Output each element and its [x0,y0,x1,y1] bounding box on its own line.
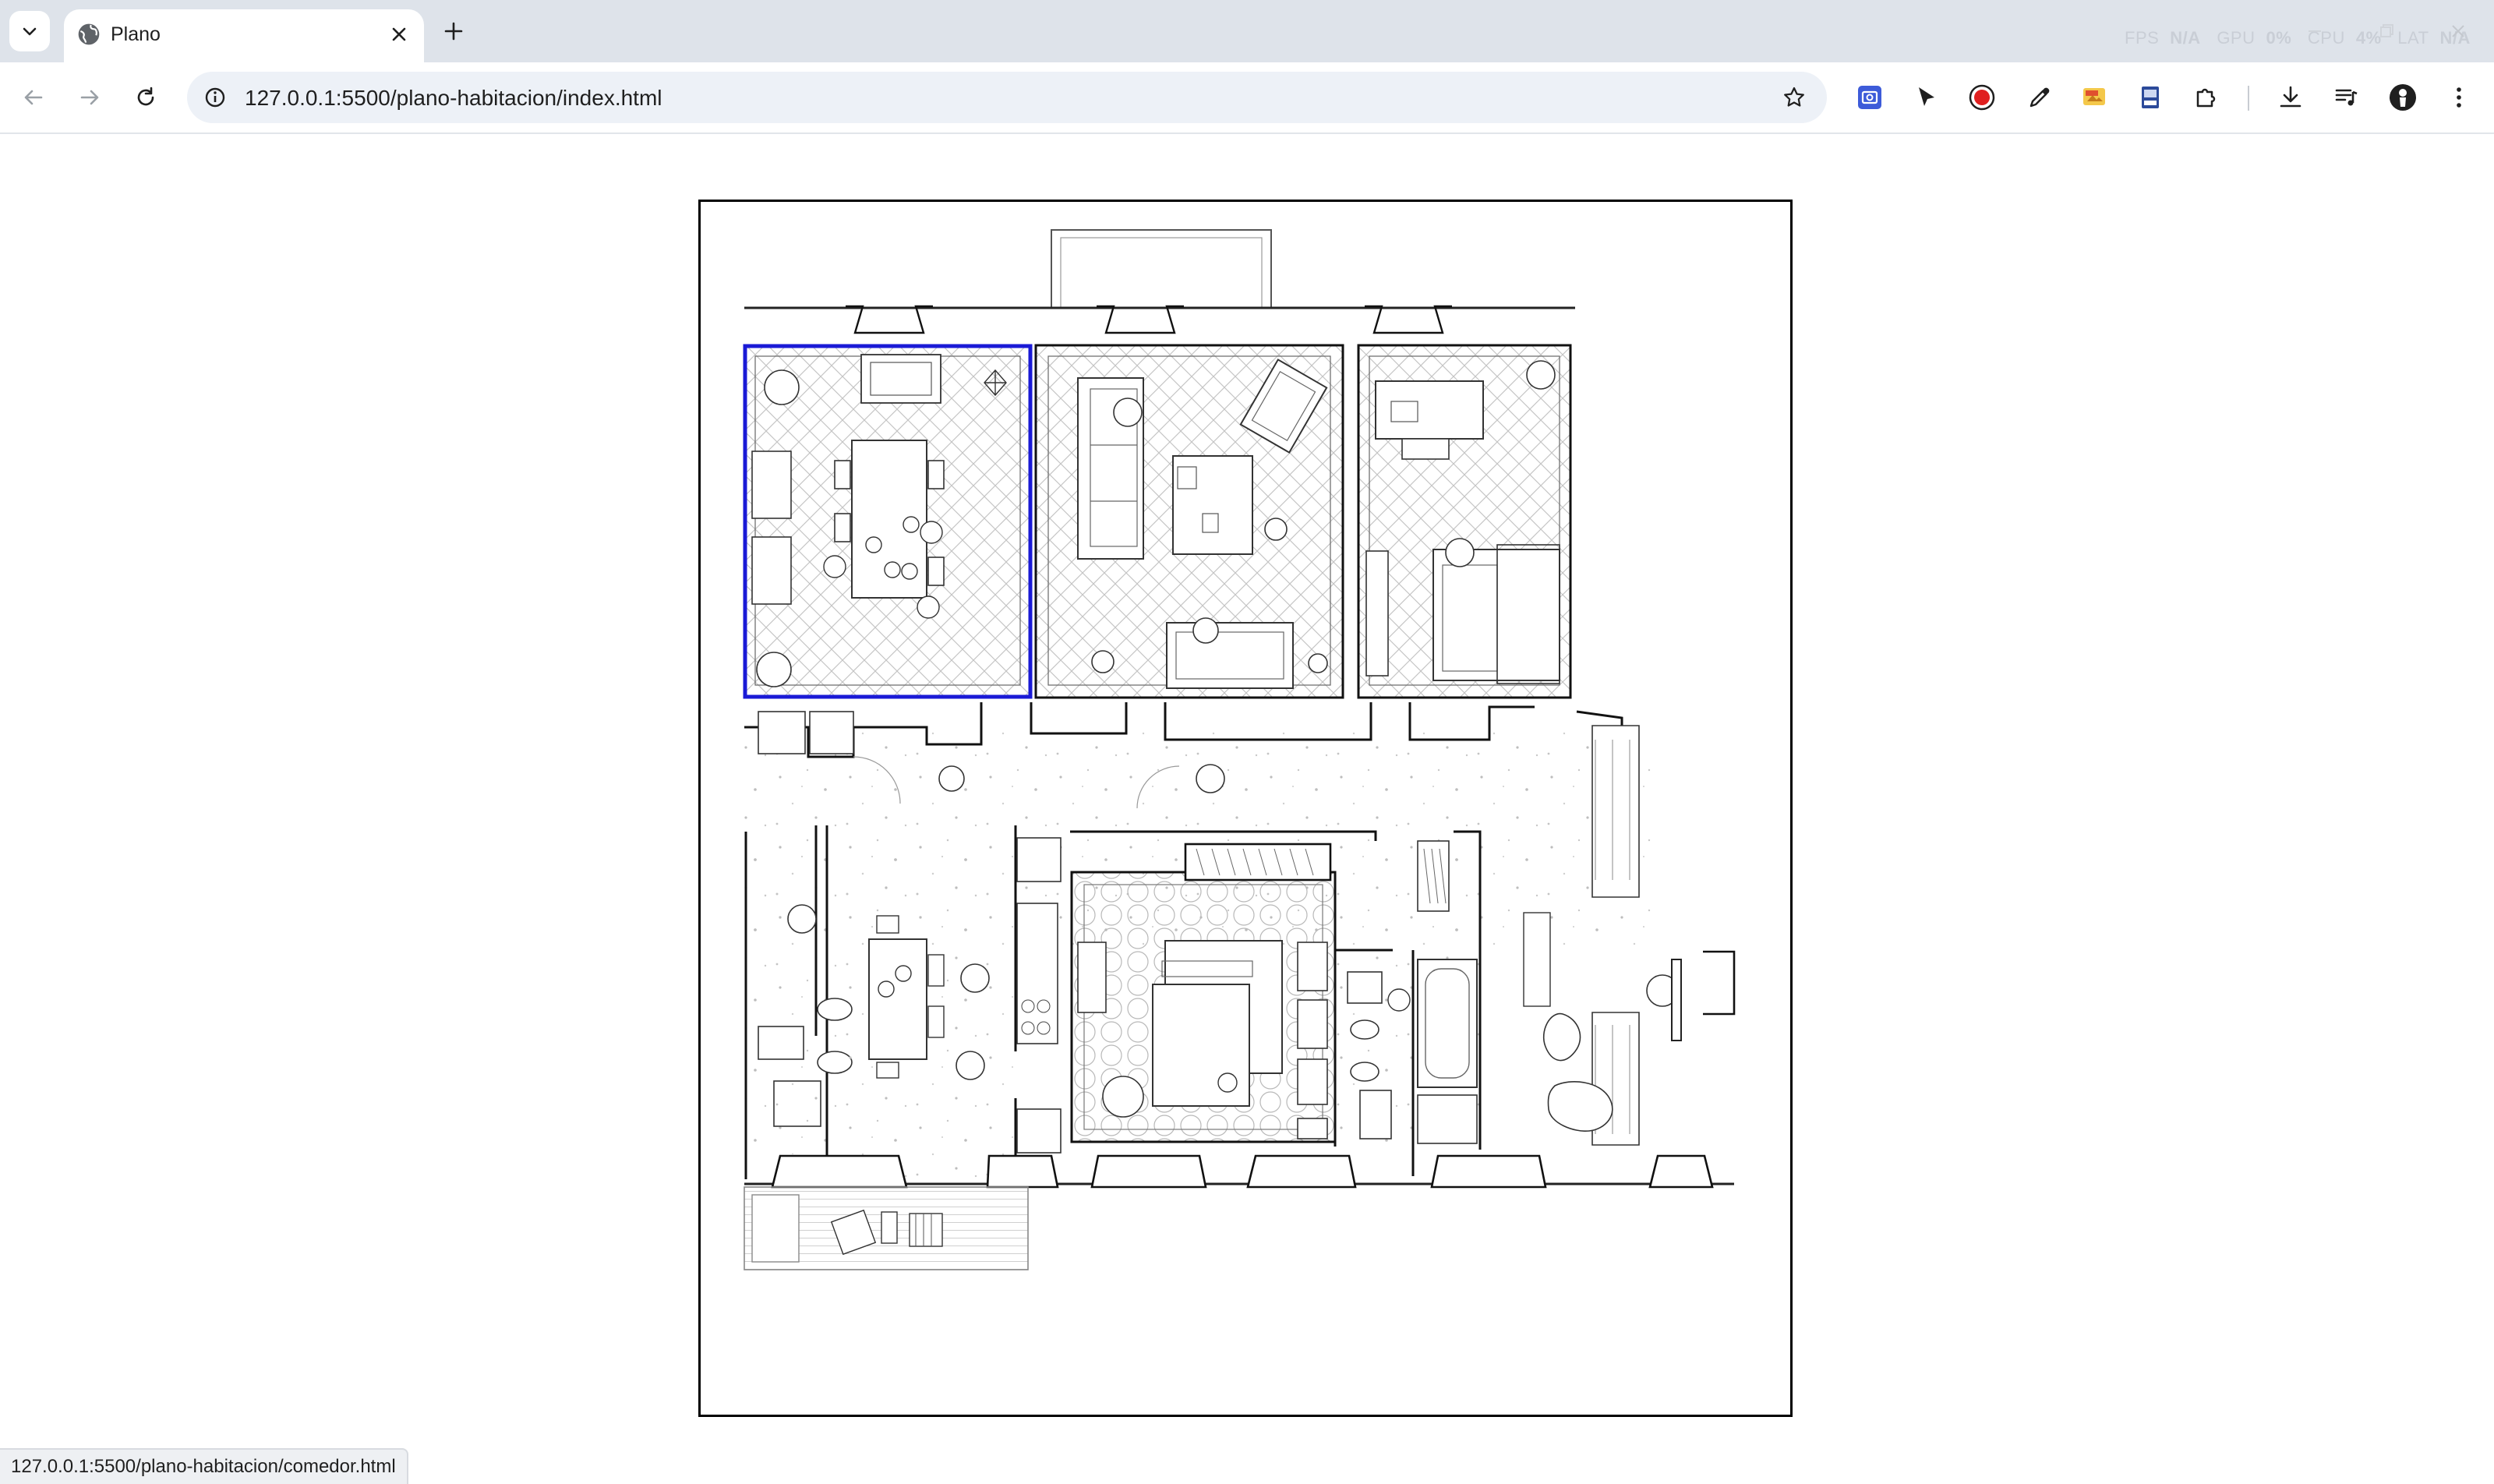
reload-icon [137,87,154,106]
new-tab-button[interactable] [436,14,471,48]
extension-record[interactable] [1964,80,2000,115]
fps-label: FPS [2125,28,2160,48]
extension-png[interactable] [2132,80,2168,115]
star-icon [1784,87,1804,107]
tab-strip: Plano FPS N/A GPU 0% CPU 4% LAT N/A [0,0,2494,62]
facade-top [846,305,1452,334]
menu-icon [2457,87,2461,108]
site-info-button[interactable] [201,83,229,111]
status-bubble: 127.0.0.1:5500/plano-habitacion/comedor.… [0,1448,408,1484]
media-icon [2335,89,2358,106]
minimize-icon [2309,30,2321,32]
extension-eyedropper[interactable] [2022,80,2058,115]
toolbar: 127.0.0.1:5500/plano-habitacion/index.ht… [0,62,2494,134]
forward-button[interactable] [72,80,108,115]
room-bano-suite[interactable] [1334,949,1415,1176]
reload-button[interactable] [128,80,164,115]
extension-cursor[interactable] [1908,80,1944,115]
tab-title: Plano [111,23,161,45]
arrow-left-icon [24,90,43,105]
close-icon [2452,25,2464,37]
extension-screenshot[interactable] [1852,80,1888,115]
globe-icon [78,23,100,45]
window-close-button[interactable] [2441,16,2475,47]
cursor-icon [1919,87,1934,106]
extension-jpg[interactable] [2076,80,2112,115]
jpg-icon [2083,88,2105,105]
puzzle-icon [2196,88,2216,108]
tab-active[interactable]: Plano [64,9,424,62]
tab-search-button[interactable] [9,11,50,51]
menu-button[interactable] [2441,80,2477,115]
address-bar[interactable]: 127.0.0.1:5500/plano-habitacion/index.ht… [187,72,1827,123]
balcony-top [744,229,1575,309]
url-text[interactable]: 127.0.0.1:5500/plano-habitacion/index.ht… [245,86,662,111]
profile-icon [2390,84,2416,111]
profile-button[interactable] [2385,80,2421,115]
png-icon [2142,87,2159,108]
room-salon[interactable] [1034,344,1344,699]
screenshot-icon [1858,86,1881,109]
room-estudio[interactable] [1357,344,1572,699]
eyedropper-icon [2029,87,2050,108]
room-comedor[interactable] [743,344,1033,699]
floor-plan-drawing [743,229,1736,1270]
arrow-right-icon [80,90,99,105]
gpu-value: 0% [2266,28,2292,48]
record-icon [1969,84,1995,111]
chevron-down-icon [23,27,37,36]
extensions-button[interactable] [2188,80,2224,115]
downloads-button[interactable] [2273,80,2309,115]
floor-plan-frame [698,200,1793,1417]
toolbar-separator [2248,86,2249,111]
minimize-button[interactable] [2298,16,2332,47]
restore-icon [2380,24,2393,37]
back-button[interactable] [16,80,51,115]
close-icon [392,27,406,41]
download-icon [2280,86,2301,108]
info-icon [205,87,225,108]
tab-close-button[interactable] [385,20,413,48]
gpu-label: GPU [2217,28,2256,48]
room-terraza[interactable] [744,1186,1029,1270]
perf-overlay: FPS N/A GPU 0% CPU 4% LAT N/A [2125,28,2470,55]
bookmark-button[interactable] [1779,82,1810,113]
restore-button[interactable] [2369,16,2404,47]
room-dormitorio[interactable] [1070,830,1377,1143]
plus-icon [444,22,463,41]
room-comedor-diario[interactable] [827,825,1062,1184]
fps-value: N/A [2170,28,2201,48]
media-button[interactable] [2329,80,2365,115]
